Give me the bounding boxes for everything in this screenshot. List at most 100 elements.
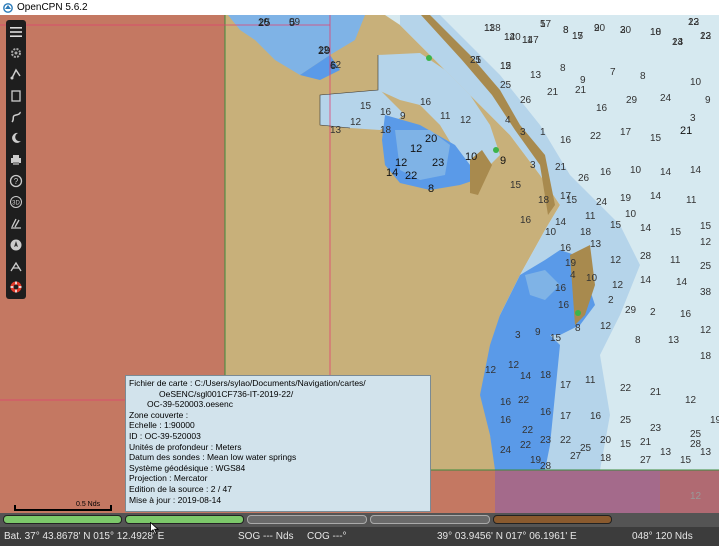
depth-sounding: 12 [485, 365, 497, 376]
depth-sounding: 10 [258, 17, 270, 28]
depth-sounding: 26 [520, 95, 532, 106]
depth-sounding: 25 [500, 80, 512, 91]
piano-key-chart-1[interactable] [3, 515, 122, 524]
depth-sounding: 14 [676, 277, 688, 288]
depth-sounding: 11 [686, 195, 697, 206]
help-button[interactable]: ? [7, 172, 25, 189]
depth-sounding: 26 [578, 173, 590, 184]
depth-sounding: 15 [680, 455, 692, 466]
depth-sounding: 16 [540, 407, 552, 418]
info-line-projection: Projection : Mercator [129, 473, 208, 484]
moon-icon [12, 133, 21, 144]
depth-sounding: 13 [700, 31, 712, 42]
depth-sounding: 16 [600, 167, 612, 178]
opencpn-app-icon [3, 2, 13, 13]
depth-sounding: 11 [484, 23, 495, 34]
depth-sounding: 12 [688, 17, 700, 28]
depth-sounding: 15 [650, 133, 662, 144]
depth-sounding: 09 [289, 17, 301, 28]
piano-key-chart-5[interactable] [493, 515, 612, 524]
bearing-distance: 048° 120 Nds [632, 531, 693, 542]
depth-sounding: 12 [610, 255, 622, 266]
depth-sounding: 15 [700, 221, 712, 232]
info-line-id: ID : OC-39-520003 [129, 430, 201, 441]
depth-sounding: 11 [585, 211, 596, 222]
depth-sounding: 25 [580, 443, 592, 454]
depth-sounding: 23 [540, 435, 552, 446]
compass-button[interactable] [7, 236, 25, 253]
depth-sounding: 11 [522, 35, 533, 46]
depth-sounding: 12 [600, 321, 612, 332]
depth-sounding: 24 [500, 445, 512, 456]
info-line-source-edition: Edition de la source : 2 / 47 [129, 483, 233, 494]
depth-sounding: 27 [640, 455, 652, 466]
depth-sounding: 12 [500, 61, 512, 72]
waypoint-button[interactable] [7, 87, 25, 104]
depth-sounding: 21 [547, 87, 559, 98]
depth-sounding: 16 [555, 283, 567, 294]
settings-button[interactable] [7, 44, 25, 61]
print-button[interactable] [7, 151, 25, 168]
depth-sounding: 10 [630, 165, 642, 176]
depth-sounding: 10 [586, 273, 598, 284]
depth-sounding: 38 [700, 287, 712, 298]
cursor-position: 39° 03.9456' N 017° 06.1961' E [437, 531, 577, 542]
depth-sounding: 16 [590, 411, 602, 422]
3d-view-button[interactable]: 3D [7, 194, 25, 211]
depth-sounding: 17 [560, 191, 572, 202]
depth-sounding: 21 [680, 125, 693, 137]
depth-sounding: 24 [596, 197, 608, 208]
svg-text:3D: 3D [12, 201, 20, 207]
depth-sounding: 17 [540, 19, 552, 30]
depth-sounding: 13 [668, 335, 680, 346]
depth-sounding: 12 [410, 143, 423, 155]
ais-button[interactable] [7, 215, 25, 232]
depth-sounding: 16 [596, 103, 608, 114]
track-button[interactable] [7, 108, 25, 125]
cog-readout: COG ---° [307, 531, 347, 542]
depth-sounding: 13 [530, 70, 542, 81]
sog-readout: SOG --- Nds [238, 531, 294, 542]
title-bar: OpenCPN 5.6.2 [0, 0, 719, 15]
depth-sounding: 18 [580, 227, 592, 238]
depth-sounding: 18 [538, 195, 550, 206]
depth-sounding: 15 [550, 333, 562, 344]
depth-sounding: 14 [640, 275, 652, 286]
moon-button[interactable] [7, 130, 25, 147]
depth-sounding: 14 [640, 223, 652, 234]
depth-sounding: 16 [500, 415, 512, 426]
info-line-geodetic-system: Système géodésique : WGS84 [129, 462, 246, 473]
scale-label: 0.5 Nds [76, 501, 101, 508]
depth-sounding: 3 [530, 160, 536, 171]
depth-sounding: 12 [504, 32, 516, 43]
depth-sounding: 17 [560, 380, 572, 391]
depth-sounding: 14 [690, 165, 702, 176]
depth-sounding: 15 [670, 227, 682, 238]
depth-sounding: 16 [560, 135, 572, 146]
depth-sounding: 16 [500, 397, 512, 408]
depth-sounding: 14 [386, 167, 399, 179]
depth-sounding: 12 [685, 395, 697, 406]
mob-button[interactable] [7, 279, 25, 296]
depth-sounding: 12 [700, 325, 712, 336]
tide-icon [10, 261, 22, 272]
depth-sounding: 3 [620, 25, 626, 36]
depth-sounding: 18 [380, 125, 392, 136]
lifebuoy-icon [10, 281, 22, 293]
piano-key-chart-2[interactable] [125, 515, 244, 524]
depth-sounding: 12 [460, 115, 472, 126]
piano-key-chart-3[interactable] [247, 515, 367, 524]
tide-button[interactable] [7, 257, 25, 274]
depth-sounding: 16 [420, 97, 432, 108]
depth-sounding: 28 [690, 439, 702, 450]
menu-button[interactable] [7, 23, 25, 40]
compass-icon [10, 239, 22, 251]
depth-sounding: 9 [705, 95, 711, 106]
depth-sounding: 14 [520, 371, 532, 382]
route-button[interactable] [7, 66, 25, 83]
depth-sounding: 12 [318, 45, 330, 56]
piano-key-chart-4[interactable] [370, 515, 490, 524]
depth-sounding: 22 [590, 131, 602, 142]
depth-sounding: 23 [650, 423, 662, 434]
depth-sounding: 10 [545, 227, 557, 238]
